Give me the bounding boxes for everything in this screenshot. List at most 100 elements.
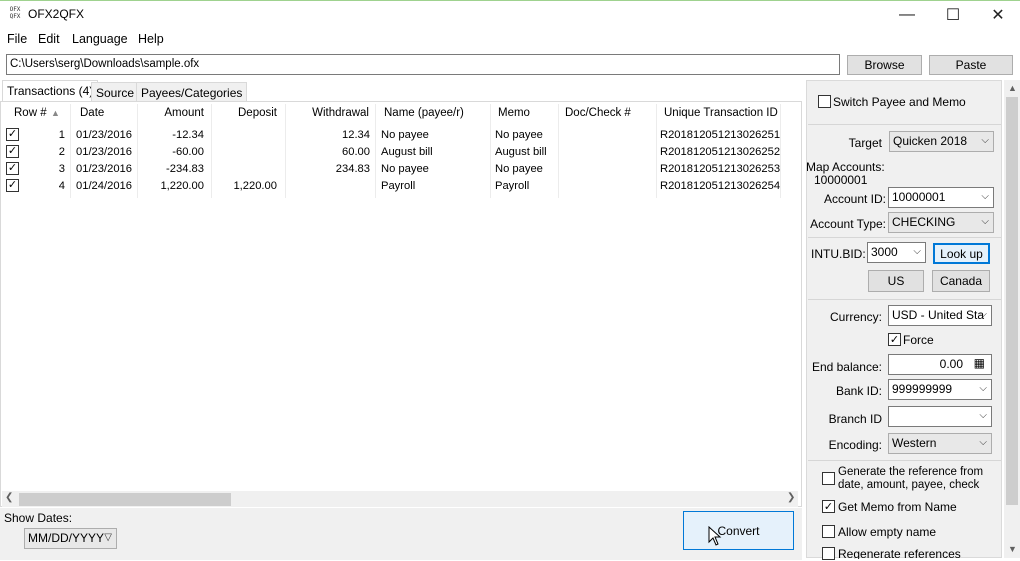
currency-label: Currency: — [829, 310, 882, 324]
convert-button[interactable]: Convert — [683, 511, 794, 550]
bank-id-label: Bank ID: — [835, 384, 882, 398]
divider — [808, 237, 1001, 238]
column-header-name[interactable]: Name (payee/r) — [384, 107, 464, 125]
column-header-deposit[interactable]: Deposit — [211, 107, 277, 125]
calculator-icon[interactable]: ▦ — [974, 356, 985, 370]
row-deposit — [211, 127, 277, 143]
intubid-select[interactable]: 3000 ⌵ — [867, 242, 926, 263]
close-button[interactable]: ✕ — [975, 0, 1020, 29]
tab-payees-categories[interactable]: Payees/Categories — [136, 82, 248, 101]
column-header-memo[interactable]: Memo — [498, 107, 530, 125]
currency-value: USD - United Sta — [892, 308, 985, 322]
generate-reference-checkbox[interactable] — [822, 472, 835, 485]
menu-help[interactable]: Help — [138, 32, 164, 46]
chevron-down-icon: ⌵ — [981, 191, 989, 202]
scroll-right-icon[interactable]: ❯ — [787, 492, 795, 503]
menu-language[interactable]: Language — [72, 32, 128, 46]
column-separator — [375, 104, 376, 198]
switch-payee-memo-label: Switch Payee and Memo — [833, 95, 966, 109]
end-balance-input[interactable]: 0.00 ▦ — [888, 354, 992, 375]
column-header-date[interactable]: Date — [80, 107, 104, 125]
end-balance-label: End balance: — [811, 360, 882, 374]
us-button[interactable]: US — [868, 270, 924, 292]
horizontal-scroll-thumb[interactable] — [19, 493, 231, 506]
row-number: 1 — [58, 129, 65, 141]
bank-id-select[interactable]: 999999999 ⌵ — [888, 379, 992, 400]
branch-id-label: Branch ID — [828, 412, 882, 426]
column-header-row[interactable]: Row # — [14, 107, 47, 125]
row-uid: R201812051213026251 — [660, 129, 781, 141]
date-format-value: MM/DD/YYYY — [28, 531, 105, 545]
date-format-select[interactable]: MM/DD/YYYY ▽ — [24, 528, 117, 549]
encoding-value: Western — [892, 436, 937, 450]
row-number: 2 — [58, 146, 65, 158]
row-withdrawal: 60.00 — [342, 146, 370, 158]
column-separator — [70, 104, 71, 198]
scroll-left-icon[interactable]: ❮ — [5, 492, 13, 503]
bank-id-value: 999999999 — [892, 382, 953, 396]
regenerate-references-label: Regenerate references — [838, 547, 961, 559]
account-type-value: CHECKING — [892, 215, 956, 229]
column-header-unique-id[interactable]: Unique Transaction ID — [664, 107, 778, 125]
target-select[interactable]: Quicken 2018 ⌵ — [889, 131, 994, 152]
row-amount: -234.83 — [166, 163, 204, 175]
intubid-label: INTU.BID: — [811, 247, 866, 261]
panel-scroll-thumb[interactable] — [1006, 97, 1018, 505]
account-id-select[interactable]: 10000001 ⌵ — [888, 187, 994, 208]
chevron-down-icon: ⌵ — [913, 246, 921, 257]
currency-select[interactable]: USD - United Sta ⌵ — [888, 305, 992, 326]
get-memo-checkbox[interactable]: ✓ — [822, 500, 835, 513]
tab-transactions[interactable]: Transactions (4) — [2, 80, 99, 102]
row-checkbox[interactable]: ✓ — [6, 179, 19, 192]
encoding-select[interactable]: Western ⌵ — [888, 433, 992, 454]
branch-id-select[interactable]: ⌵ — [888, 406, 992, 427]
row-checkbox[interactable]: ✓ — [6, 145, 19, 158]
divider — [808, 124, 1001, 125]
mouse-cursor-icon — [708, 525, 722, 550]
menu-edit[interactable]: Edit — [38, 32, 60, 46]
scroll-up-icon[interactable]: ▲ — [1008, 83, 1017, 93]
tab-source[interactable]: Source — [91, 82, 140, 101]
scroll-down-icon[interactable]: ▼ — [1008, 544, 1017, 554]
allow-empty-checkbox[interactable] — [822, 525, 835, 538]
chevron-down-icon: ⌵ — [979, 437, 987, 448]
regenerate-references-checkbox[interactable] — [822, 547, 835, 560]
row-memo: No payee — [495, 129, 543, 141]
row-amount: -60.00 — [172, 146, 204, 158]
canada-button[interactable]: Canada — [932, 270, 990, 292]
browse-button[interactable]: Browse — [847, 55, 922, 75]
row-name: No payee — [381, 163, 429, 175]
end-balance-value: 0.00 — [939, 357, 963, 371]
app-icon: OFX QFX — [9, 6, 21, 20]
map-accounts-value: 10000001 — [814, 173, 868, 187]
menu-file[interactable]: File — [7, 32, 27, 46]
account-type-label: Account Type: — [810, 217, 886, 231]
minimize-button[interactable]: — — [884, 0, 930, 29]
switch-payee-memo-checkbox[interactable] — [818, 95, 831, 108]
row-name: August bill — [381, 146, 433, 158]
column-header-amount[interactable]: Amount — [137, 107, 204, 125]
account-type-select[interactable]: CHECKING ⌵ — [888, 212, 994, 233]
file-path-input[interactable]: C:\Users\serg\Downloads\sample.ofx — [6, 54, 840, 75]
force-checkbox[interactable]: ✓ — [888, 333, 901, 346]
row-checkbox[interactable]: ✓ — [6, 162, 19, 175]
title-bar — [0, 0, 1020, 30]
get-memo-label: Get Memo from Name — [838, 500, 957, 514]
row-uid: R201812051213026254 — [660, 180, 781, 192]
divider — [808, 299, 1001, 300]
intubid-value: 3000 — [871, 245, 898, 259]
row-memo: August bill — [495, 146, 547, 158]
column-header-doc-check[interactable]: Doc/Check # — [565, 107, 631, 125]
paste-button[interactable]: Paste — [929, 55, 1013, 75]
chevron-down-icon: ⌵ — [981, 135, 989, 146]
maximize-button[interactable]: ☐ — [930, 0, 976, 29]
column-header-withdrawal[interactable]: Withdrawal — [285, 107, 369, 125]
column-separator — [656, 104, 657, 198]
lookup-button[interactable]: Look up — [933, 243, 990, 264]
row-uid: R201812051213026252 — [660, 146, 781, 158]
row-date: 01/23/2016 — [76, 163, 132, 175]
row-withdrawal: 12.34 — [342, 129, 370, 141]
row-checkbox[interactable]: ✓ — [6, 128, 19, 141]
generate-reference-label: Generate the reference from date, amount… — [838, 466, 984, 491]
row-number: 4 — [58, 180, 65, 192]
